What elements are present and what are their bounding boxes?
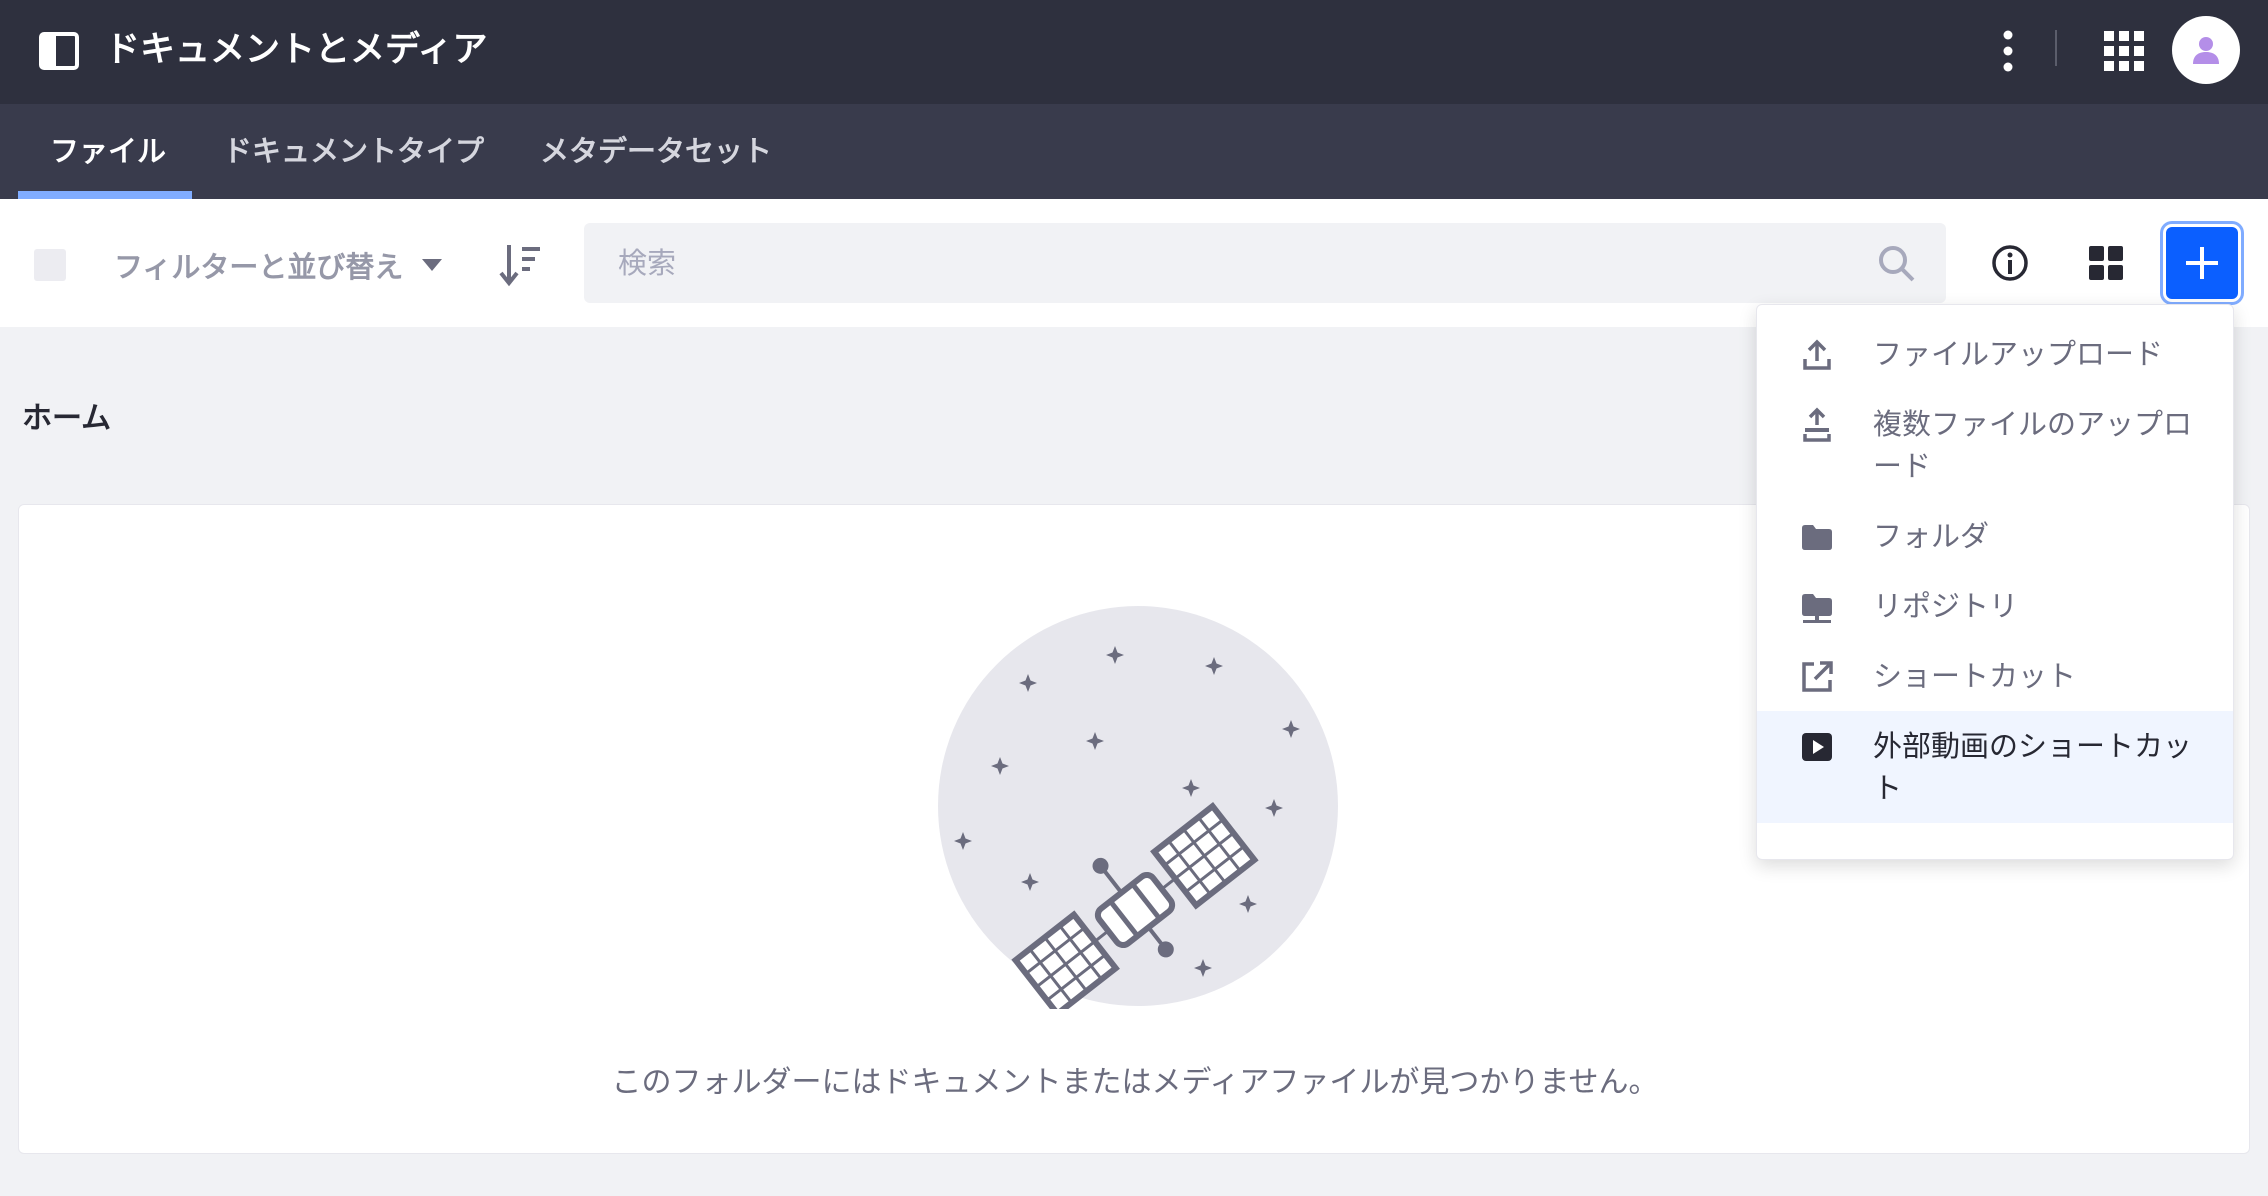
upload-multiple-icon	[1803, 407, 1831, 442]
menu-item-label: フォルダ	[1873, 519, 1990, 553]
plus-icon	[2186, 247, 2218, 279]
nav-tabs: ファイル ドキュメントタイプ メタデータセット	[0, 104, 2268, 199]
menu-item-repository[interactable]: リポジトリ	[1757, 571, 2233, 641]
satellite-illustration	[938, 606, 1338, 1009]
menu-item-external-video-shortcut[interactable]: 外部動画のショートカット	[1757, 711, 2233, 823]
breadcrumb[interactable]: ホーム	[22, 393, 111, 437]
avatar[interactable]	[2172, 16, 2240, 84]
tab-files[interactable]: ファイル	[50, 104, 166, 199]
menu-item-label: ショートカット	[1873, 659, 2077, 693]
select-all-checkbox[interactable]	[34, 249, 66, 281]
menu-item-label: 外部動画のショートカット	[1873, 729, 2193, 805]
menu-item-file-upload[interactable]: ファイルアップロード	[1757, 319, 2233, 389]
video-icon	[1802, 733, 1832, 761]
active-tab-indicator	[18, 191, 192, 199]
sort-order-icon[interactable]	[498, 241, 542, 289]
menu-item-shortcut[interactable]: ショートカット	[1757, 641, 2233, 711]
add-dropdown-menu: ファイルアップロード 複数ファイルのアップロード フォルダ リポジトリ ショート…	[1756, 304, 2234, 860]
folder-icon	[1802, 525, 1832, 550]
grid-dots-icon[interactable]	[2100, 27, 2148, 75]
header-divider	[2055, 30, 2057, 66]
add-button[interactable]	[2166, 227, 2238, 299]
empty-state-message: このフォルダーにはドキュメントまたはメディアファイルが見つかりません。	[611, 1065, 1659, 1100]
filter-and-sort-button[interactable]: フィルターと並び替え	[114, 237, 443, 293]
upload-icon	[1803, 339, 1831, 370]
page-title: ドキュメントとメディア	[105, 30, 488, 70]
app-header: ドキュメントとメディア	[0, 0, 2268, 104]
tab-metadata-sets[interactable]: メタデータセット	[540, 104, 772, 199]
tab-document-types[interactable]: ドキュメントタイプ	[223, 104, 484, 199]
shortcut-icon	[1802, 661, 1833, 692]
user-icon	[2193, 37, 2219, 64]
filter-and-sort-label: フィルターと並び替え	[114, 250, 404, 284]
cards-view-icon[interactable]	[2086, 243, 2126, 283]
sidebar-toggle-icon[interactable]	[38, 30, 80, 72]
search-icon[interactable]	[1876, 243, 1916, 283]
menu-item-multiple-upload[interactable]: 複数ファイルのアップロード	[1757, 389, 2233, 501]
menu-item-label: リポジトリ	[1873, 589, 2019, 623]
search-input[interactable]	[618, 223, 1838, 303]
search-bar	[584, 223, 1946, 303]
repository-icon	[1802, 594, 1832, 623]
menu-item-folder[interactable]: フォルダ	[1757, 501, 2233, 571]
caret-down-icon	[422, 259, 443, 271]
menu-item-label: ファイルアップロード	[1873, 337, 2164, 371]
menu-item-label: 複数ファイルのアップロード	[1873, 407, 2193, 483]
ellipsis-v-icon[interactable]	[1988, 25, 2028, 77]
info-icon[interactable]	[1990, 243, 2030, 283]
